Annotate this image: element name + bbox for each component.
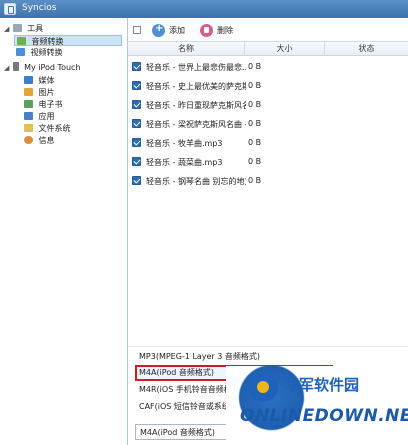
add-button[interactable]: 添加: [152, 23, 185, 37]
row-checkbox[interactable]: [132, 100, 141, 109]
tree-item-media[interactable]: 媒体: [24, 75, 55, 86]
watermark-logo: 华军软件园 ONLINEDOWN.NET: [226, 366, 408, 445]
row-size: 0 B: [248, 138, 262, 147]
tree-item-apps[interactable]: 应用: [24, 111, 55, 122]
row-size: 0 B: [248, 157, 262, 166]
ebook-icon: [24, 100, 33, 108]
toolbar: 添加 删除: [128, 18, 408, 42]
collapse-icon[interactable]: ◢: [4, 63, 10, 74]
trash-icon: [200, 24, 213, 37]
apps-icon: [24, 112, 33, 120]
tree-item-device[interactable]: ◢ My iPod Touch: [4, 62, 81, 73]
tree-item-label: 电子书: [38, 100, 63, 109]
logo-emblem-icon: [248, 372, 278, 402]
row-name: 轻音乐 - 牧羊曲.mp3: [146, 139, 223, 148]
tree-item-label: 媒体: [38, 76, 55, 85]
format-select-value: M4A(iPod 音频格式): [140, 428, 215, 437]
tree-item-ebooks[interactable]: 电子书: [24, 99, 63, 110]
tree-item-label: 应用: [38, 112, 55, 121]
app-icon: [4, 3, 16, 15]
row-name: 轻音乐 - 蔬菜曲.mp3: [146, 158, 223, 167]
tree-item-photos[interactable]: 图片: [24, 87, 55, 98]
format-option-caf[interactable]: CAF(iOS 短信铃音或系统声: [139, 400, 238, 414]
photo-icon: [24, 88, 33, 96]
tree-item-label: 文件系统: [38, 124, 71, 133]
tree-item-label: 音频转换: [31, 37, 64, 46]
table-row[interactable]: 轻音乐 - 昨日重现萨克斯风名... 0 B: [128, 96, 408, 114]
row-checkbox[interactable]: [132, 157, 141, 166]
tree-item-video-convert[interactable]: 视频转换: [16, 47, 63, 58]
title-bar: Syncios: [0, 0, 408, 18]
row-name: 轻音乐 - 昨日重现萨克斯风名...: [146, 101, 246, 110]
table-row[interactable]: 轻音乐 - 钢琴名曲 别忘的地方... 0 B: [128, 172, 408, 190]
row-size: 0 B: [248, 62, 262, 71]
delete-button[interactable]: 删除: [200, 24, 233, 37]
format-option-mp3[interactable]: MP3(MPEG-1 Layer 3 音频格式): [139, 350, 260, 364]
delete-button-label: 删除: [217, 26, 233, 35]
tree-item-label: 视频转换: [30, 48, 63, 57]
tree-item-audio-convert[interactable]: 音频转换: [14, 35, 122, 46]
watermark-cn: 华军软件园: [284, 376, 360, 394]
table-row[interactable]: 轻音乐 - 牧羊曲.mp3 0 B: [128, 134, 408, 152]
info-icon: [24, 136, 33, 144]
audio-convert-icon: [17, 37, 26, 45]
sidebar: ◢ 工具 音频转换 视频转换 ◢ My iPod Touch 媒体 图片 电子书…: [0, 18, 128, 445]
format-option-m4a[interactable]: M4A(iPod 音频格式): [139, 366, 214, 380]
tools-icon: [12, 24, 22, 32]
row-name: 轻音乐 - 史上最优美的萨克斯...: [146, 82, 246, 91]
table-row[interactable]: 轻音乐 - 蔬菜曲.mp3 0 B: [128, 153, 408, 171]
row-name: 轻音乐 - 梁祝萨克斯风名曲 -...: [146, 120, 246, 129]
row-checkbox[interactable]: [132, 81, 141, 90]
row-size: 0 B: [248, 81, 262, 90]
column-header-size[interactable]: 大小: [245, 42, 325, 56]
row-checkbox[interactable]: [132, 62, 141, 71]
ipod-icon: [12, 62, 19, 71]
row-size: 0 B: [248, 100, 262, 109]
tree-item-filesystem[interactable]: 文件系统: [24, 123, 71, 134]
tree-item-label: 工具: [27, 24, 44, 33]
table-row[interactable]: 轻音乐 - 世界上最悲伤最悲... 0 B: [128, 58, 408, 76]
column-header-status[interactable]: 状态: [325, 42, 408, 56]
folder-icon: [24, 124, 33, 132]
table-row[interactable]: 轻音乐 - 梁祝萨克斯风名曲 -... 0 B: [128, 115, 408, 133]
select-all-checkbox[interactable]: [133, 26, 141, 34]
divider: [128, 346, 408, 347]
tree-item-label: 信息: [38, 136, 55, 145]
row-size: 0 B: [248, 176, 262, 185]
column-header-name[interactable]: 名称: [128, 42, 245, 56]
table-row[interactable]: 轻音乐 - 史上最优美的萨克斯... 0 B: [128, 77, 408, 95]
add-button-label: 添加: [169, 26, 185, 35]
table-header: 名称 大小 状态: [128, 42, 408, 56]
collapse-icon[interactable]: ◢: [4, 24, 10, 35]
media-icon: [24, 76, 33, 84]
tree-item-info[interactable]: 信息: [24, 135, 55, 146]
add-icon: [152, 23, 165, 37]
row-name: 轻音乐 - 钢琴名曲 别忘的地方...: [146, 177, 246, 186]
tree-item-tools[interactable]: ◢ 工具: [4, 23, 43, 34]
tree-item-label: My iPod Touch: [24, 63, 81, 72]
row-checkbox[interactable]: [132, 138, 141, 147]
row-size: 0 B: [248, 119, 262, 128]
tree-item-label: 图片: [38, 88, 55, 97]
row-name: 轻音乐 - 世界上最悲伤最悲...: [146, 63, 246, 72]
window-title: Syncios: [22, 3, 57, 13]
row-checkbox[interactable]: [132, 176, 141, 185]
video-convert-icon: [16, 48, 25, 56]
watermark-en: ONLINEDOWN.NET: [240, 406, 408, 426]
row-checkbox[interactable]: [132, 119, 141, 128]
